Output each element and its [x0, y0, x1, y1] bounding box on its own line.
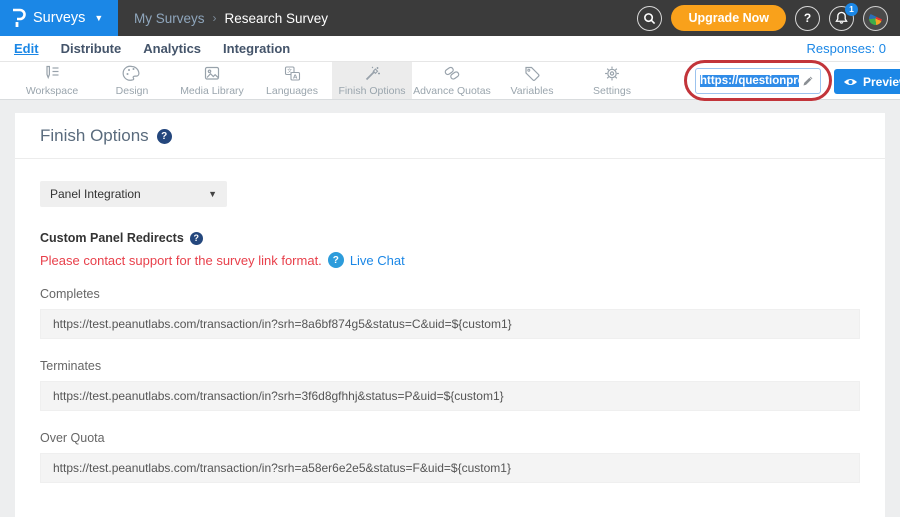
chevron-down-icon: ▼ — [208, 189, 217, 199]
survey-nav-tabs: Edit Distribute Analytics Integration Re… — [0, 36, 900, 62]
toolbar-label: Variables — [511, 85, 554, 97]
terminates-url-input[interactable] — [40, 381, 860, 411]
tag-icon — [522, 64, 542, 83]
toolbar-label: Finish Options — [338, 85, 405, 97]
avatar-image — [867, 9, 884, 26]
eye-icon — [843, 77, 858, 87]
toolbar-item-settings[interactable]: Settings — [572, 62, 652, 99]
breadcrumb-separator: › — [213, 11, 217, 25]
dropdown-selected-value: Panel Integration — [50, 187, 141, 201]
header-actions: Upgrade Now ? 1 — [637, 5, 900, 31]
custom-panel-redirects-help-icon[interactable]: ? — [190, 232, 203, 245]
completes-label: Completes — [40, 287, 860, 301]
toolbar-label: Advance Quotas — [413, 85, 491, 97]
product-menu[interactable]: Surveys ▼ — [0, 0, 118, 36]
svg-text:文: 文 — [287, 67, 292, 74]
toolbar-item-languages[interactable]: 文 A Languages — [252, 62, 332, 99]
app-window: Surveys ▼ My Surveys › Research Survey U… — [0, 0, 900, 517]
panel-header: Finish Options ? — [15, 113, 885, 159]
over-quota-label: Over Quota — [40, 431, 860, 445]
translate-icon: 文 A — [282, 64, 302, 83]
panel-body: Panel Integration ▼ Custom Panel Redirec… — [15, 159, 885, 517]
svg-text:A: A — [293, 74, 298, 80]
gear-icon — [602, 64, 622, 83]
user-avatar[interactable] — [863, 6, 888, 31]
tab-distribute[interactable]: Distribute — [61, 41, 122, 56]
notification-badge: 1 — [845, 3, 858, 16]
survey-url-selected-text[interactable]: https://questionpro.com/t/A — [700, 75, 799, 87]
chain-link-icon — [442, 64, 462, 83]
toolbar-label: Languages — [266, 85, 318, 97]
notifications-button[interactable]: 1 — [829, 6, 854, 31]
toolbar-item-finish-options[interactable]: Finish Options — [332, 62, 412, 99]
toolbar-item-design[interactable]: Design — [92, 62, 172, 99]
toolbar-item-workspace[interactable]: Workspace — [12, 62, 92, 99]
toolbar-item-variables[interactable]: Variables — [492, 62, 572, 99]
breadcrumb: My Surveys › Research Survey — [134, 11, 328, 26]
toolbar-label: Media Library — [180, 85, 244, 97]
chevron-down-icon: ▼ — [94, 13, 103, 23]
pencil-icon — [802, 75, 814, 87]
edit-url-button[interactable] — [799, 72, 817, 90]
palette-icon — [122, 64, 142, 83]
image-icon — [202, 64, 222, 83]
toolbar-label: Workspace — [26, 85, 78, 97]
help-button[interactable]: ? — [795, 6, 820, 31]
section-title-row: Custom Panel Redirects ? — [40, 231, 860, 245]
tab-edit[interactable]: Edit — [14, 41, 39, 56]
questionpro-logo-icon — [10, 8, 26, 28]
tab-analytics[interactable]: Analytics — [143, 41, 201, 56]
preview-label: Preview — [863, 75, 900, 89]
page-title: Finish Options — [40, 126, 149, 146]
finish-options-help-icon[interactable]: ? — [157, 129, 172, 144]
tab-integration[interactable]: Integration — [223, 41, 290, 56]
upgrade-now-button[interactable]: Upgrade Now — [671, 5, 786, 31]
finish-options-panel: Finish Options ? Panel Integration ▼ Cus… — [15, 113, 885, 517]
completes-url-input[interactable] — [40, 309, 860, 339]
finish-option-type-dropdown[interactable]: Panel Integration ▼ — [40, 181, 227, 207]
toolbar-label: Settings — [593, 85, 631, 97]
search-button[interactable] — [637, 6, 662, 31]
support-notice-row: Please contact support for the survey li… — [40, 252, 860, 268]
toolbar-item-media-library[interactable]: Media Library — [172, 62, 252, 99]
live-chat-link[interactable]: Live Chat — [350, 253, 405, 268]
toolbar-item-advance-quotas[interactable]: Advance Quotas — [412, 62, 492, 99]
search-icon — [643, 12, 656, 25]
live-chat-icon[interactable]: ? — [328, 252, 344, 268]
product-name: Surveys — [33, 10, 85, 26]
top-header-bar: Surveys ▼ My Surveys › Research Survey U… — [0, 0, 900, 36]
over-quota-url-input[interactable] — [40, 453, 860, 483]
workspace-icon — [42, 64, 62, 83]
survey-url-field[interactable]: https://questionpro.com/t/A — [695, 68, 821, 94]
responses-count[interactable]: Responses: 0 — [807, 41, 887, 56]
terminates-label: Terminates — [40, 359, 860, 373]
support-notice-text: Please contact support for the survey li… — [40, 253, 322, 268]
question-mark-icon: ? — [804, 11, 811, 25]
section-title: Custom Panel Redirects — [40, 231, 184, 245]
breadcrumb-my-surveys[interactable]: My Surveys — [134, 11, 205, 26]
toolbar-label: Design — [116, 85, 149, 97]
magic-wand-icon — [362, 64, 382, 83]
breadcrumb-current-survey: Research Survey — [225, 11, 329, 26]
preview-button[interactable]: Preview — [834, 69, 900, 94]
